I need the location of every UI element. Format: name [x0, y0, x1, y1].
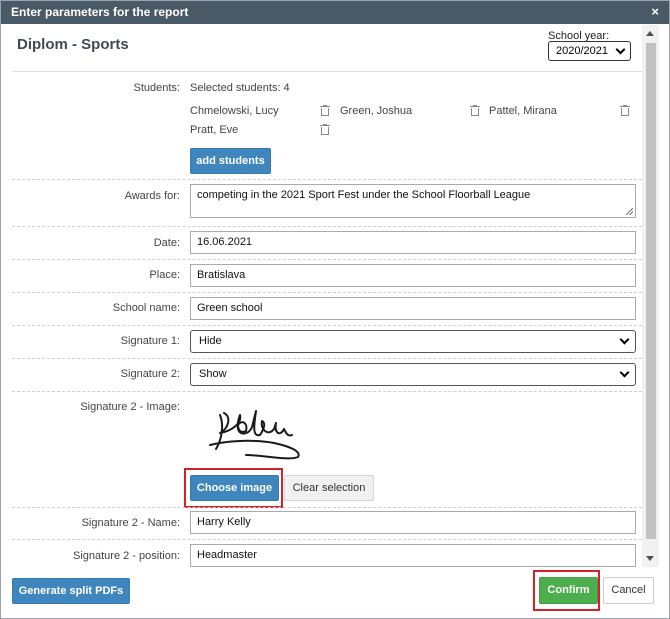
add-students-button[interactable]: add students	[190, 148, 271, 174]
scroll-down-arrow-icon[interactable]	[646, 556, 654, 561]
signature2-image-label: Signature 2 - Image:	[80, 401, 180, 413]
awards-value: competing in the 2021 Sport Fest under t…	[197, 189, 531, 201]
awards-label: Awards for:	[124, 190, 180, 202]
student-item: Chmelowski, Lucy	[190, 105, 279, 117]
chevron-down-icon	[619, 334, 630, 345]
student-item: Pratt, Eve	[190, 124, 239, 136]
trash-icon[interactable]	[470, 105, 480, 117]
signature2-name-input[interactable]: Harry Kelly	[190, 511, 636, 534]
divider	[12, 507, 642, 508]
divider	[12, 179, 642, 180]
scroll-up-arrow-icon[interactable]	[646, 31, 654, 36]
scrollbar-thumb[interactable]	[646, 43, 656, 539]
date-label: Date:	[153, 237, 180, 249]
signature1-value: Hide	[199, 335, 222, 347]
divider	[12, 226, 642, 227]
dialog-titlebar: Enter parameters for the report ×	[1, 1, 669, 24]
close-icon[interactable]: ×	[651, 1, 659, 23]
school-year-select[interactable]: 2020/2021	[548, 41, 631, 61]
student-item: Green, Joshua	[340, 105, 413, 117]
header-divider	[12, 71, 642, 72]
clear-selection-button[interactable]: Clear selection	[284, 475, 374, 501]
school-year-value: 2020/2021	[556, 45, 608, 57]
signature2-position-input[interactable]: Headmaster	[190, 544, 636, 567]
signature1-select[interactable]: Hide	[190, 330, 636, 353]
signature2-label: Signature 2:	[120, 368, 180, 380]
chevron-down-icon	[619, 367, 630, 378]
place-label: Place:	[149, 269, 180, 281]
selected-students-count: Selected students: 4	[190, 82, 290, 94]
dialog-title: Enter parameters for the report	[11, 5, 189, 19]
trash-icon[interactable]	[320, 124, 330, 136]
date-input[interactable]: 16.06.2021	[190, 231, 636, 254]
divider	[12, 292, 642, 293]
divider	[12, 358, 642, 359]
signature1-label: Signature 1:	[120, 335, 180, 347]
awards-textarea[interactable]: competing in the 2021 Sport Fest under t…	[190, 184, 636, 218]
chevron-down-icon	[615, 44, 626, 55]
students-label: Students:	[133, 82, 180, 94]
cancel-button[interactable]: Cancel	[603, 577, 654, 604]
divider	[12, 391, 642, 392]
divider	[12, 325, 642, 326]
divider	[12, 539, 642, 540]
confirm-button[interactable]: Confirm	[539, 577, 598, 604]
report-parameters-dialog: Enter parameters for the report × Diplom…	[0, 0, 670, 619]
student-item: Pattel, Mirana	[489, 105, 557, 117]
choose-image-button[interactable]: Choose image	[190, 475, 279, 501]
school-name-label: School name:	[112, 302, 180, 314]
place-input[interactable]: Bratislava	[190, 264, 636, 287]
trash-icon[interactable]	[320, 105, 330, 117]
trash-icon[interactable]	[620, 105, 630, 117]
vertical-scrollbar[interactable]	[642, 25, 659, 567]
school-name-input[interactable]: Green school	[190, 297, 636, 320]
divider	[12, 259, 642, 260]
resize-grip-icon[interactable]	[626, 208, 633, 215]
dialog-content: Diplom - Sports School year: 2020/2021 S…	[2, 25, 657, 567]
signature2-name-label: Signature 2 - Name:	[81, 517, 180, 529]
generate-split-pdfs-button[interactable]: Generate split PDFs	[12, 578, 130, 604]
signature-image	[209, 410, 300, 460]
signature2-position-label: Signature 2 - position:	[72, 550, 180, 562]
signature2-select[interactable]: Show	[190, 363, 636, 386]
page-title: Diplom - Sports	[17, 36, 129, 53]
signature2-value: Show	[199, 368, 227, 380]
